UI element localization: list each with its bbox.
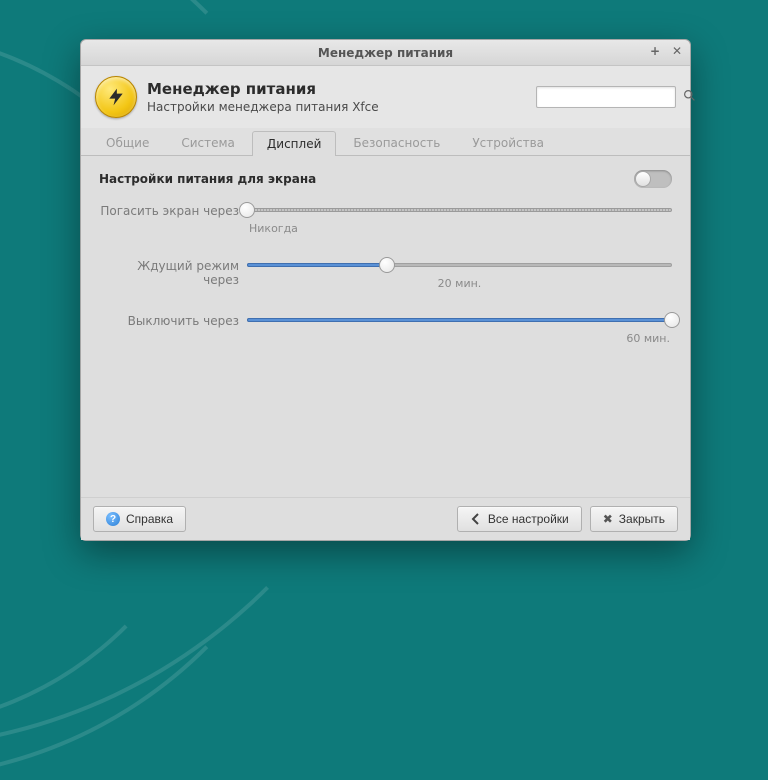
header-subtitle: Настройки менеджера питания Xfce bbox=[147, 100, 526, 114]
suspend-value: 20 мин. bbox=[247, 277, 672, 290]
header-title: Менеджер питания bbox=[147, 80, 526, 98]
tab-display[interactable]: Дисплей bbox=[252, 131, 336, 156]
all-settings-label: Все настройки bbox=[488, 512, 569, 526]
blank-screen-slider[interactable] bbox=[247, 202, 672, 218]
off-label: Выключить через bbox=[99, 312, 247, 328]
search-input[interactable] bbox=[536, 86, 676, 108]
minimize-button[interactable]: + bbox=[648, 44, 662, 58]
all-settings-button[interactable]: Все настройки bbox=[457, 506, 582, 532]
power-manager-window: Менеджер питания + ✕ Менеджер питания На… bbox=[80, 39, 691, 541]
help-icon: ? bbox=[106, 512, 120, 526]
titlebar[interactable]: Менеджер питания + ✕ bbox=[81, 40, 690, 66]
tab-devices[interactable]: Устройства bbox=[457, 130, 559, 155]
suspend-label: Ждущий режим через bbox=[99, 257, 247, 287]
search-icon bbox=[683, 89, 696, 106]
close-button[interactable]: ✖ Закрыть bbox=[590, 506, 678, 532]
tab-general[interactable]: Общие bbox=[91, 130, 164, 155]
footer: ? Справка Все настройки ✖ Закрыть bbox=[81, 497, 690, 540]
blank-screen-value: Никогда bbox=[247, 222, 672, 235]
toggle-knob bbox=[635, 171, 651, 187]
display-power-toggle[interactable] bbox=[634, 170, 672, 188]
help-button[interactable]: ? Справка bbox=[93, 506, 186, 532]
content-area: Настройки питания для экрана Погасить эк… bbox=[81, 156, 690, 497]
search-field[interactable] bbox=[541, 91, 683, 103]
header: Менеджер питания Настройки менеджера пит… bbox=[81, 66, 690, 128]
back-arrow-icon bbox=[470, 513, 482, 525]
close-icon: ✖ bbox=[603, 512, 613, 526]
blank-screen-label: Погасить экран через bbox=[99, 202, 247, 218]
tab-security[interactable]: Безопасность bbox=[338, 130, 455, 155]
close-window-button[interactable]: ✕ bbox=[670, 44, 684, 58]
section-title: Настройки питания для экрана bbox=[99, 172, 316, 186]
window-title: Менеджер питания bbox=[318, 46, 453, 60]
off-value: 60 мин. bbox=[247, 332, 672, 345]
power-bolt-icon bbox=[95, 76, 137, 118]
close-label: Закрыть bbox=[619, 512, 665, 526]
help-label: Справка bbox=[126, 512, 173, 526]
off-slider[interactable] bbox=[247, 312, 672, 328]
tabbar: Общие Система Дисплей Безопасность Устро… bbox=[81, 128, 690, 156]
suspend-slider[interactable] bbox=[247, 257, 672, 273]
tab-system[interactable]: Система bbox=[166, 130, 250, 155]
